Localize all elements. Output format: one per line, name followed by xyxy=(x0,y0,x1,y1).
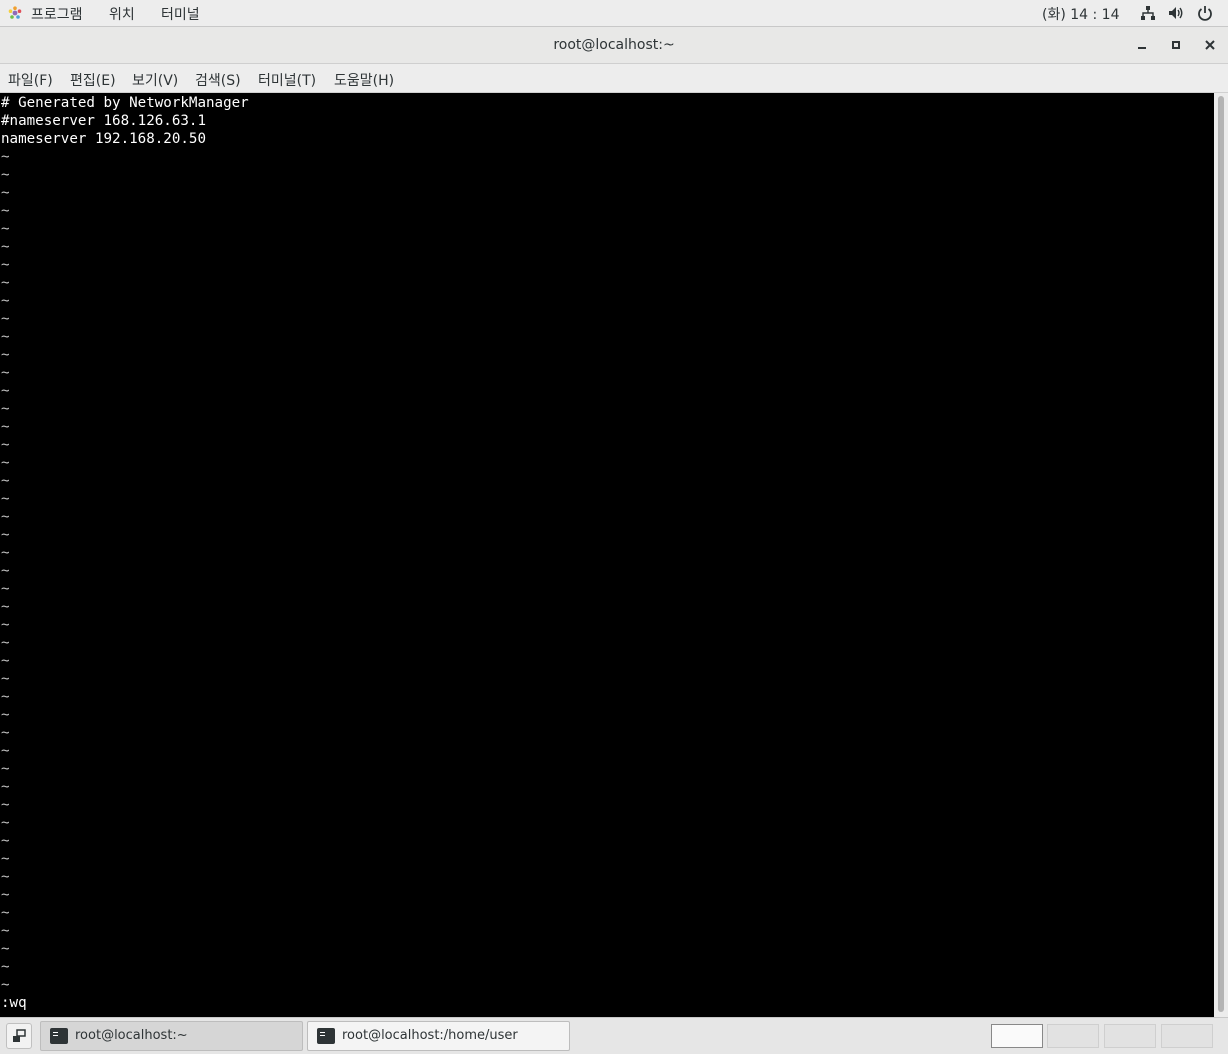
tilde-marker: ~ xyxy=(1,383,10,399)
terminal-scrollbar[interactable] xyxy=(1214,93,1228,1017)
top-panel: 프로그램 위치 터미널 (화) 14 : 14 xyxy=(0,0,1228,27)
tilde-marker: ~ xyxy=(1,707,10,723)
terminal-menubar: 파일(F) 편집(E) 보기(V) 검색(S) 터미널(T) 도움말(H) xyxy=(0,64,1228,93)
menu-applications[interactable]: 프로그램 xyxy=(31,4,83,24)
tilde-marker: ~ xyxy=(1,527,10,543)
menu-search[interactable]: 검색(S) xyxy=(195,70,241,90)
tilde-marker: ~ xyxy=(1,923,10,939)
tilde-marker: ~ xyxy=(1,149,10,165)
close-button[interactable] xyxy=(1199,34,1221,56)
scrollbar-thumb[interactable] xyxy=(1218,96,1224,1012)
tilde-marker: ~ xyxy=(1,941,10,957)
close-icon xyxy=(1205,40,1215,50)
task-item-active[interactable]: root@localhost:~ xyxy=(40,1021,303,1051)
tilde-marker: ~ xyxy=(1,671,10,687)
task-label: root@localhost:~ xyxy=(75,1028,188,1043)
tilde-marker: ~ xyxy=(1,329,10,345)
window-titlebar[interactable]: root@localhost:~ xyxy=(0,27,1228,64)
tilde-marker: ~ xyxy=(1,257,10,273)
tilde-marker: ~ xyxy=(1,581,10,597)
tilde-marker: ~ xyxy=(1,509,10,525)
power-icon[interactable] xyxy=(1197,5,1213,21)
workspace-2[interactable] xyxy=(1047,1024,1099,1048)
menu-places[interactable]: 위치 xyxy=(109,4,135,24)
tilde-marker: ~ xyxy=(1,815,10,831)
tilde-marker: ~ xyxy=(1,833,10,849)
terminal-line: # Generated by NetworkManager xyxy=(1,95,249,111)
tilde-marker: ~ xyxy=(1,869,10,885)
vim-command-line: :wq xyxy=(1,995,27,1011)
terminal-icon xyxy=(317,1028,335,1044)
menu-file[interactable]: 파일(F) xyxy=(8,70,53,90)
network-icon[interactable] xyxy=(1140,5,1156,21)
tilde-marker: ~ xyxy=(1,743,10,759)
tilde-marker: ~ xyxy=(1,293,10,309)
tilde-marker: ~ xyxy=(1,977,10,993)
workspace-3[interactable] xyxy=(1104,1024,1156,1048)
tilde-marker: ~ xyxy=(1,275,10,291)
tilde-marker: ~ xyxy=(1,491,10,507)
tilde-marker: ~ xyxy=(1,311,10,327)
terminal-line: nameserver 192.168.20.50 xyxy=(1,131,206,147)
tilde-marker: ~ xyxy=(1,887,10,903)
menu-edit[interactable]: 편집(E) xyxy=(70,70,116,90)
menu-help[interactable]: 도움말(H) xyxy=(334,70,394,90)
volume-icon[interactable] xyxy=(1168,5,1184,21)
tilde-marker: ~ xyxy=(1,959,10,975)
workspace-4[interactable] xyxy=(1161,1024,1213,1048)
maximize-icon xyxy=(1172,41,1180,49)
tilde-marker: ~ xyxy=(1,725,10,741)
minimize-icon xyxy=(1138,47,1146,49)
task-item[interactable]: root@localhost:/home/user xyxy=(307,1021,570,1051)
tilde-marker: ~ xyxy=(1,365,10,381)
tilde-marker: ~ xyxy=(1,167,10,183)
applications-icon xyxy=(8,6,22,19)
show-desktop-button[interactable] xyxy=(6,1023,32,1049)
tilde-marker: ~ xyxy=(1,221,10,237)
tilde-marker: ~ xyxy=(1,203,10,219)
tilde-marker: ~ xyxy=(1,635,10,651)
tilde-marker: ~ xyxy=(1,779,10,795)
menu-terminal-app[interactable]: 터미널 xyxy=(161,4,200,24)
tilde-marker: ~ xyxy=(1,473,10,489)
tilde-marker: ~ xyxy=(1,239,10,255)
tilde-marker: ~ xyxy=(1,545,10,561)
task-label: root@localhost:/home/user xyxy=(342,1028,518,1043)
bottom-taskbar: root@localhost:~ root@localhost:/home/us… xyxy=(0,1017,1228,1054)
terminal-line: #nameserver 168.126.63.1 xyxy=(1,113,206,129)
menu-view[interactable]: 보기(V) xyxy=(132,70,178,90)
tilde-marker: ~ xyxy=(1,851,10,867)
tilde-marker: ~ xyxy=(1,419,10,435)
minimize-button[interactable] xyxy=(1131,34,1153,56)
tilde-marker: ~ xyxy=(1,797,10,813)
window-title: root@localhost:~ xyxy=(553,37,675,53)
tilde-marker: ~ xyxy=(1,617,10,633)
maximize-button[interactable] xyxy=(1165,34,1187,56)
terminal-view[interactable]: # Generated by NetworkManager #nameserve… xyxy=(0,93,1214,1017)
terminal-icon xyxy=(50,1028,68,1044)
workspace-1[interactable] xyxy=(991,1024,1043,1048)
menu-terminal[interactable]: 터미널(T) xyxy=(258,70,316,90)
tilde-marker: ~ xyxy=(1,761,10,777)
tilde-marker: ~ xyxy=(1,689,10,705)
tilde-marker: ~ xyxy=(1,347,10,363)
clock[interactable]: (화) 14 : 14 xyxy=(1042,4,1120,24)
tilde-marker: ~ xyxy=(1,905,10,921)
tilde-marker: ~ xyxy=(1,185,10,201)
tilde-marker: ~ xyxy=(1,653,10,669)
tilde-marker: ~ xyxy=(1,599,10,615)
tilde-marker: ~ xyxy=(1,437,10,453)
tilde-marker: ~ xyxy=(1,401,10,417)
tilde-marker: ~ xyxy=(1,455,10,471)
tilde-marker: ~ xyxy=(1,563,10,579)
show-desktop-icon xyxy=(13,1029,26,1042)
